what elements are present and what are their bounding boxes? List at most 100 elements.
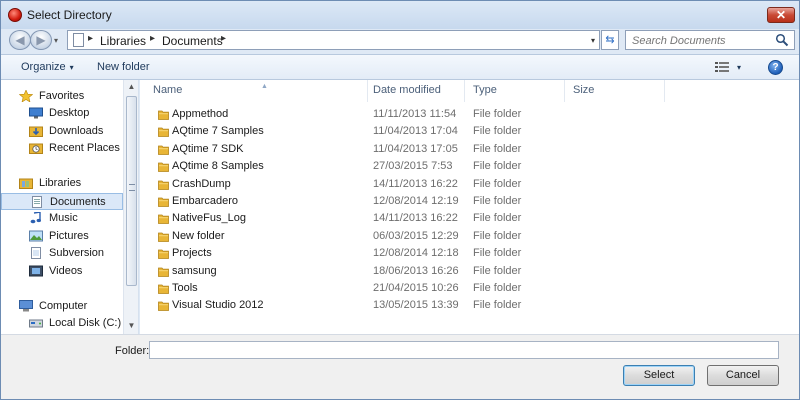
cancel-button[interactable]: Cancel [707, 365, 779, 386]
file-list: ▲ Name Date modified Type Size Appmethod… [140, 80, 799, 334]
navigation-pane: Favorites Desktop Downloads Recent Places Li… [1, 80, 139, 334]
select-button[interactable]: Select [623, 365, 695, 386]
file-row[interactable]: AQtime 8 Samples 27/03/2015 7:53 File fold… [140, 158, 580, 175]
nav-item-music[interactable]: Music [1, 210, 123, 227]
file-row[interactable]: AQtime 7 SDK 11/04/2013 17:05 File folder [140, 141, 580, 158]
nav-item-documents[interactable]: Documents [1, 193, 123, 210]
file-name: NativeFus_Log [172, 212, 246, 225]
forward-button[interactable]: ▶ [30, 30, 52, 50]
folder-icon [158, 126, 169, 138]
window-title: Select Directory [27, 8, 112, 22]
folder-icon [158, 179, 169, 190]
file-date-modified: 11/04/2013 17:04 [373, 125, 458, 138]
file-date-modified: 21/04/2015 10:26 [373, 282, 459, 294]
desktop-icon [29, 107, 43, 119]
column-header-type[interactable]: Type [465, 80, 565, 102]
nav-label: Downloads [49, 125, 104, 137]
folder-input[interactable] [149, 341, 779, 359]
chevron-down-icon: ▾ [69, 63, 74, 72]
nav-item-pictures[interactable]: Pictures [1, 228, 123, 245]
close-button[interactable]: ✕ [767, 7, 795, 23]
view-options-dropdown[interactable]: ▾ [737, 63, 741, 72]
local-disk-icon [29, 317, 43, 329]
help-icon[interactable]: ? [768, 60, 783, 75]
file-type: File folder [473, 160, 522, 173]
breadcrumb-libraries[interactable]: Libraries [100, 34, 146, 48]
search-box[interactable] [625, 30, 795, 50]
scroll-up-arrow[interactable]: ▲ [127, 82, 136, 91]
breadcrumb-separator[interactable]: ▸ [88, 33, 93, 44]
nav-item-videos[interactable]: Videos [1, 263, 123, 280]
file-date-modified: 14/11/2013 16:22 [373, 177, 458, 190]
file-row[interactable]: CrashDump 14/11/2013 16:22 File folder [140, 176, 580, 193]
file-row[interactable]: NativeFus_Log 14/11/2013 16:22 File folder [140, 210, 580, 227]
breadcrumb-documents[interactable]: Documents [162, 34, 223, 48]
file-type: File folder [473, 264, 522, 277]
file-row[interactable]: New folder 06/03/2015 12:29 File folder [140, 228, 580, 245]
file-type: File folder [473, 282, 522, 294]
videos-icon [29, 265, 43, 277]
scrollbar-grip [129, 184, 135, 191]
organize-menu[interactable]: Organize ▾ [21, 61, 74, 73]
folder-icon [158, 248, 169, 260]
file-type: File folder [473, 299, 522, 312]
recent-locations-button[interactable]: ▾ [54, 36, 62, 45]
pictures-icon [29, 230, 43, 242]
computer-icon [19, 300, 33, 312]
file-type: File folder [473, 229, 522, 242]
file-date-modified: 12/08/2014 12:19 [373, 195, 459, 207]
breadcrumb-separator[interactable]: ▸ [150, 33, 155, 44]
search-input[interactable] [632, 33, 772, 48]
sort-ascending-icon: ▲ [261, 83, 268, 90]
file-row[interactable]: Visual Studio 2012 13/05/2015 13:39 File f… [140, 297, 580, 314]
column-header-size[interactable]: Size [565, 80, 665, 102]
recent-places-icon [29, 142, 43, 154]
nav-group-libraries[interactable]: Libraries [1, 175, 123, 192]
file-type: File folder [473, 108, 522, 120]
command-bar: Organize ▾ New folder ▾ ? [1, 54, 799, 80]
file-name: Embarcadero [172, 195, 239, 207]
nav-label: Subversion [49, 247, 105, 259]
file-name: CrashDump [172, 177, 231, 190]
folder-icon [158, 231, 169, 242]
file-name: Projects [172, 247, 212, 260]
folder-icon [158, 196, 169, 207]
column-header-name[interactable]: ▲ Name [145, 80, 368, 102]
nav-item-desktop[interactable]: Desktop [1, 105, 123, 122]
nav-item-local-disk-c[interactable]: Local Disk (C:) [1, 315, 123, 332]
nav-group-computer[interactable]: Computer [1, 298, 123, 315]
nav-group-favorites[interactable]: Favorites [1, 88, 123, 105]
file-name: New folder [172, 229, 225, 242]
nav-label: Desktop [49, 107, 90, 119]
file-row[interactable]: Appmethod 11/11/2013 11:54 File folder [140, 106, 580, 123]
file-row[interactable]: AQtime 7 Samples 11/04/2013 17:04 File fol… [140, 123, 580, 140]
column-header-date-modified[interactable]: Date modified [365, 80, 465, 102]
nav-item-subversion[interactable]: Subversion [1, 245, 123, 262]
change-view-icon[interactable] [715, 62, 729, 72]
back-button[interactable]: ◀ [9, 30, 31, 50]
file-type: File folder [473, 125, 522, 138]
new-folder-button[interactable]: New folder [97, 61, 150, 73]
file-date-modified: 13/05/2015 13:39 [373, 299, 459, 312]
folder-icon [158, 144, 169, 155]
nav-label: Favorites [39, 90, 85, 102]
refresh-button[interactable]: ⇆ [601, 30, 619, 50]
scroll-down-arrow[interactable]: ▼ [127, 321, 136, 330]
scrollbar-thumb[interactable] [126, 96, 137, 286]
address-dropdown-icon[interactable]: ▾ [591, 36, 595, 45]
navigation-scrollbar[interactable]: ▲ ▼ [123, 80, 138, 334]
title-bar: Select Directory ✕ [1, 1, 799, 29]
documents-icon [30, 196, 44, 208]
file-row[interactable]: Projects 12/08/2014 12:18 File folder [140, 245, 580, 262]
search-icon[interactable] [775, 33, 789, 47]
file-name: Visual Studio 2012 [172, 299, 264, 312]
nav-label: Libraries [39, 177, 82, 189]
file-row[interactable]: Embarcadero 12/08/2014 12:19 File folder [140, 193, 580, 210]
nav-item-downloads[interactable]: Downloads [1, 123, 123, 140]
file-row[interactable]: Tools 21/04/2015 10:26 File folder [140, 280, 580, 297]
breadcrumb-separator[interactable]: ▸ [221, 33, 226, 44]
nav-item-recent-places[interactable]: Recent Places [1, 140, 123, 157]
libraries-location-icon [73, 33, 84, 47]
address-bar[interactable]: ▸ Libraries ▸ Documents ▸ ▾ [67, 30, 600, 50]
file-row[interactable]: samsung 18/06/2013 16:26 File folder [140, 263, 580, 280]
